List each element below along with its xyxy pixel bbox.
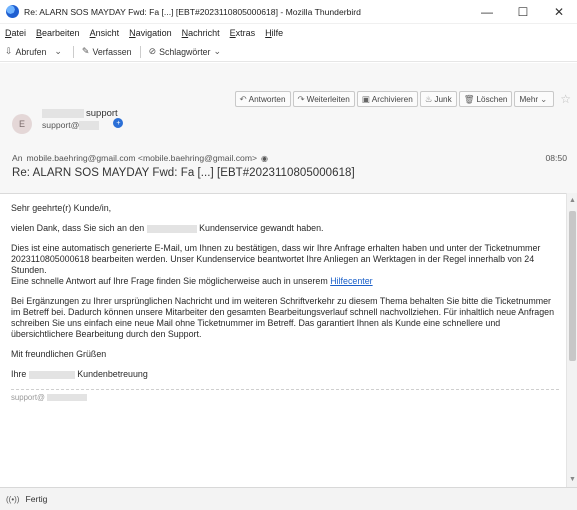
sender-name[interactable]: support xyxy=(86,108,118,119)
confirmation-paragraph: Dies ist eine automatisch generierte E-M… xyxy=(11,243,557,287)
redacted-text xyxy=(79,120,100,130)
body-scrollbar[interactable]: ▲ ▼ xyxy=(566,193,577,487)
close-button[interactable]: ✕ xyxy=(541,0,577,24)
online-status-icon[interactable]: ((•)) xyxy=(6,495,19,504)
menu-nachricht[interactable]: Nachricht xyxy=(182,28,220,38)
maximize-button[interactable]: ☐ xyxy=(505,0,541,24)
menu-navigation[interactable]: Navigation xyxy=(129,28,172,38)
menu-ansicht[interactable]: Ansicht xyxy=(90,28,120,38)
window-controls: — ☐ ✕ xyxy=(469,0,577,24)
scroll-down-icon[interactable]: ▼ xyxy=(567,474,577,485)
message-body: Sehr geehrte(r) Kunde/in, vielen Dank, d… xyxy=(0,193,566,487)
download-mail-icon: ⇩ xyxy=(5,46,13,56)
more-label: Mehr xyxy=(519,94,539,104)
add-contact-icon[interactable]: + xyxy=(113,118,124,128)
avatar: E xyxy=(12,114,32,134)
confirmation-text: Dies ist eine automatisch generierte E-M… xyxy=(11,243,541,275)
redacted-text xyxy=(42,109,84,118)
footer-address: support@ xyxy=(11,389,559,402)
thanks-line: vielen Dank, dass Sie sich an den Kunden… xyxy=(11,223,557,234)
message-subject: Re: ALARN SOS MAYDAY Fwd: Fa [...] [EBT#… xyxy=(12,167,355,179)
chevron-down-icon: ⌄ xyxy=(213,46,222,56)
forward-icon: ↷ xyxy=(297,93,305,104)
thunderbird-logo-icon xyxy=(6,5,19,18)
chevron-down-icon: ⌄ xyxy=(540,93,548,104)
message-header: ↶ Antworten ↷ Weiterleiten ▣ Archivieren… xyxy=(0,63,577,193)
redacted-text xyxy=(47,394,88,402)
reply-label: Antworten xyxy=(248,94,286,104)
archive-label: Archivieren xyxy=(371,94,413,104)
pencil-icon: ✎ xyxy=(81,46,90,56)
tag-icon: ⊘ xyxy=(148,46,157,56)
to-label: An xyxy=(12,153,23,163)
more-button[interactable]: Mehr ⌄ xyxy=(514,91,555,107)
forward-button[interactable]: ↷ Weiterleiten xyxy=(292,91,355,107)
helpcenter-link[interactable]: Hilfecenter xyxy=(330,276,372,286)
sender-email[interactable]: support@ xyxy=(42,120,79,130)
sender-email-line: support@ + xyxy=(42,118,124,130)
get-mail-label: Abrufen xyxy=(15,46,47,57)
compose-label: Verfassen xyxy=(92,46,132,57)
menu-extras[interactable]: Extras xyxy=(230,28,256,38)
forward-label: Weiterleiten xyxy=(306,94,350,104)
signature-start: Ihre xyxy=(11,369,27,379)
junk-label: Junk xyxy=(434,94,452,104)
trash-icon: 🗑 xyxy=(463,93,475,104)
junk-flame-icon: ♨ xyxy=(424,93,433,104)
thanks-text-end: Kundenservice gewandt haben. xyxy=(199,223,324,233)
title-bar: Re: ALARN SOS MAYDAY Fwd: Fa [...] [EBT#… xyxy=(0,0,577,24)
helpcenter-text: Eine schnelle Antwort auf Ihre Frage fin… xyxy=(11,276,328,286)
recipient-row: An mobile.baehring@gmail.com <mobile.bae… xyxy=(12,153,567,163)
status-bar: ((•)) Fertig xyxy=(0,487,577,510)
delete-button[interactable]: 🗑 Löschen xyxy=(458,91,513,107)
minimize-button[interactable]: — xyxy=(469,0,505,24)
menu-bar: Datei Bearbeiten Ansicht Navigation Nach… xyxy=(0,24,577,42)
greeting: Sehr geehrte(r) Kunde/in, xyxy=(11,203,112,213)
message-actions: ↶ Antworten ↷ Weiterleiten ▣ Archivieren… xyxy=(233,91,571,107)
menu-hilfe[interactable]: Hilfe xyxy=(265,28,283,38)
get-mail-button[interactable]: ⇩ Abrufen xyxy=(5,46,46,57)
tags-button[interactable]: ⊘ Schlagwörter ⌄ xyxy=(149,46,224,57)
get-mail-dropdown[interactable]: ⌄ xyxy=(54,46,65,57)
sender-info: support support@ + xyxy=(42,108,124,130)
message-time: 08:50 xyxy=(545,153,567,163)
scrollbar-thumb[interactable] xyxy=(569,211,576,361)
menu-bearbeiten[interactable]: Bearbeiten xyxy=(36,28,80,38)
tags-label: Schlagwörter xyxy=(159,46,211,57)
closing: Mit freundlichen Grüßen xyxy=(11,349,107,359)
delete-label: Löschen xyxy=(476,94,508,104)
redacted-text xyxy=(146,224,197,233)
archive-icon: ▣ xyxy=(361,93,370,104)
junk-button[interactable]: ♨ Junk xyxy=(419,91,457,107)
redacted-text xyxy=(28,370,75,379)
contact-status-icon[interactable]: ◉ xyxy=(261,154,268,163)
chevron-down-icon: ⌄ xyxy=(54,46,62,56)
toolbar-separator xyxy=(72,45,74,58)
compose-button[interactable]: ✎ Verfassen xyxy=(82,46,132,57)
recipient-address[interactable]: mobile.baehring@gmail.com <mobile.baehri… xyxy=(27,153,258,163)
menu-datei[interactable]: Datei xyxy=(5,28,26,38)
signature: Ihre Kundenbetreuung xyxy=(11,369,557,380)
status-text: Fertig xyxy=(25,494,48,504)
thanks-text-start: vielen Dank, dass Sie sich an den xyxy=(11,223,145,233)
scroll-up-icon[interactable]: ▲ xyxy=(567,195,577,206)
signature-end: Kundenbetreuung xyxy=(77,369,148,379)
window-title: Re: ALARN SOS MAYDAY Fwd: Fa [...] [EBT#… xyxy=(24,6,361,17)
reply-icon: ↶ xyxy=(239,93,247,104)
ticket-info-paragraph: Bei Ergänzungen zu Ihrer ursprünglichen … xyxy=(11,296,555,339)
reply-button[interactable]: ↶ Antworten xyxy=(234,91,291,107)
footer-email: support@ xyxy=(11,393,45,402)
archive-button[interactable]: ▣ Archivieren xyxy=(356,91,418,107)
toolbar-separator xyxy=(139,45,141,58)
main-toolbar: ⇩ Abrufen ⌄ ✎ Verfassen ⊘ Schlagwörter ⌄ xyxy=(0,42,577,62)
sender-row: E support support@ + xyxy=(12,108,124,134)
star-icon[interactable]: ☆ xyxy=(560,92,571,106)
sender-name-line: support xyxy=(42,108,123,119)
